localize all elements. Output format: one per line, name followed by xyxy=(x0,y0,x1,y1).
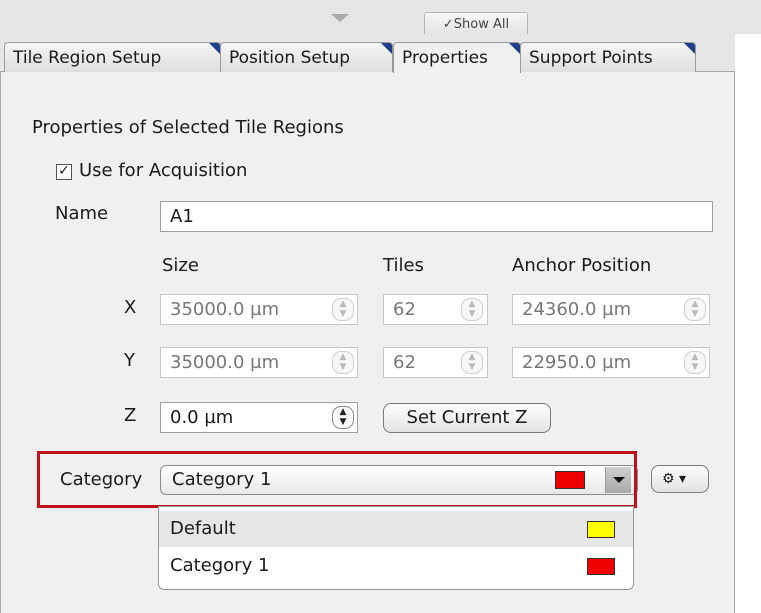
tab-corner-icon xyxy=(209,43,220,54)
z-spinner[interactable]: ▲ ▼ xyxy=(332,406,354,429)
tiles-header: Tiles xyxy=(383,255,424,276)
tab-corner-icon xyxy=(381,43,392,54)
tab-label: Position Setup xyxy=(229,48,351,68)
tab-position-setup[interactable]: Position Setup xyxy=(220,42,393,72)
right-gutter xyxy=(735,34,761,613)
spin-up-icon[interactable]: ▲ xyxy=(333,407,353,417)
spin-up-icon: ▲ xyxy=(339,299,347,309)
top-strip xyxy=(0,0,761,34)
category-settings-button[interactable]: ⚙ ▾ xyxy=(651,465,709,493)
spin-up-icon: ▲ xyxy=(339,352,347,362)
check-icon: ✓ xyxy=(58,163,70,179)
use-for-acquisition-checkbox[interactable]: ✓ xyxy=(56,164,72,180)
anchor-x-field: 24360.0 µm xyxy=(512,294,710,325)
spin-up-icon: ▲ xyxy=(691,352,699,362)
tiles-x-spinner: ▲ ▼ xyxy=(461,298,483,321)
tab-corner-icon xyxy=(509,43,520,54)
spin-down-icon: ▼ xyxy=(339,309,347,319)
size-y-spinner: ▲ ▼ xyxy=(332,351,354,374)
x-axis-label: X xyxy=(124,297,137,318)
name-label: Name xyxy=(55,203,109,224)
show-all-button[interactable]: ✓Show All xyxy=(424,12,528,36)
gear-icon: ⚙ ▾ xyxy=(662,471,687,487)
category-dropdown-list: Default Category 1 xyxy=(158,506,634,590)
tab-support-points[interactable]: Support Points xyxy=(520,42,696,72)
z-field[interactable]: 0.0 µm xyxy=(160,402,358,433)
section-title: Properties of Selected Tile Regions xyxy=(32,117,344,138)
anchor-y-field: 22950.0 µm xyxy=(512,347,710,378)
z-axis-label: Z xyxy=(124,405,137,426)
spin-down-icon: ▼ xyxy=(468,309,476,319)
category-option-default[interactable]: Default xyxy=(159,511,633,547)
spin-down-icon: ▼ xyxy=(691,362,699,372)
tiles-y-spinner: ▲ ▼ xyxy=(461,351,483,374)
spin-down-icon: ▼ xyxy=(339,362,347,372)
collapse-arrow-icon[interactable] xyxy=(331,14,349,22)
anchor-position-header: Anchor Position xyxy=(512,255,652,276)
set-current-z-button[interactable]: Set Current Z xyxy=(383,403,551,433)
y-axis-label: Y xyxy=(124,350,135,371)
use-for-acquisition-label: Use for Acquisition xyxy=(79,160,248,181)
name-field[interactable]: A1 xyxy=(160,201,713,232)
tab-corner-icon xyxy=(684,43,695,54)
spin-up-icon: ▲ xyxy=(468,352,476,362)
size-header: Size xyxy=(162,255,199,276)
tab-label: Support Points xyxy=(529,48,653,68)
spin-down-icon: ▼ xyxy=(468,362,476,372)
option-label: Category 1 xyxy=(170,555,270,576)
anchor-y-spinner: ▲ ▼ xyxy=(684,351,706,374)
anchor-x-spinner: ▲ ▼ xyxy=(684,298,706,321)
tab-label: Tile Region Setup xyxy=(13,48,162,68)
category-option-category-1[interactable]: Category 1 xyxy=(159,548,633,584)
size-x-field: 35000.0 µm xyxy=(160,294,358,325)
option-color-swatch xyxy=(587,558,615,575)
tab-properties[interactable]: Properties xyxy=(393,42,521,73)
size-x-spinner: ▲ ▼ xyxy=(332,298,354,321)
option-label: Default xyxy=(170,518,236,539)
spin-up-icon: ▲ xyxy=(691,299,699,309)
size-y-field: 35000.0 µm xyxy=(160,347,358,378)
option-color-swatch xyxy=(587,521,615,538)
spin-up-icon: ▲ xyxy=(468,299,476,309)
tab-label: Properties xyxy=(402,48,488,68)
category-highlight-box xyxy=(37,451,637,508)
spin-down-icon: ▼ xyxy=(691,309,699,319)
tab-tile-region-setup[interactable]: Tile Region Setup xyxy=(4,42,221,72)
spin-down-icon[interactable]: ▼ xyxy=(333,417,353,427)
